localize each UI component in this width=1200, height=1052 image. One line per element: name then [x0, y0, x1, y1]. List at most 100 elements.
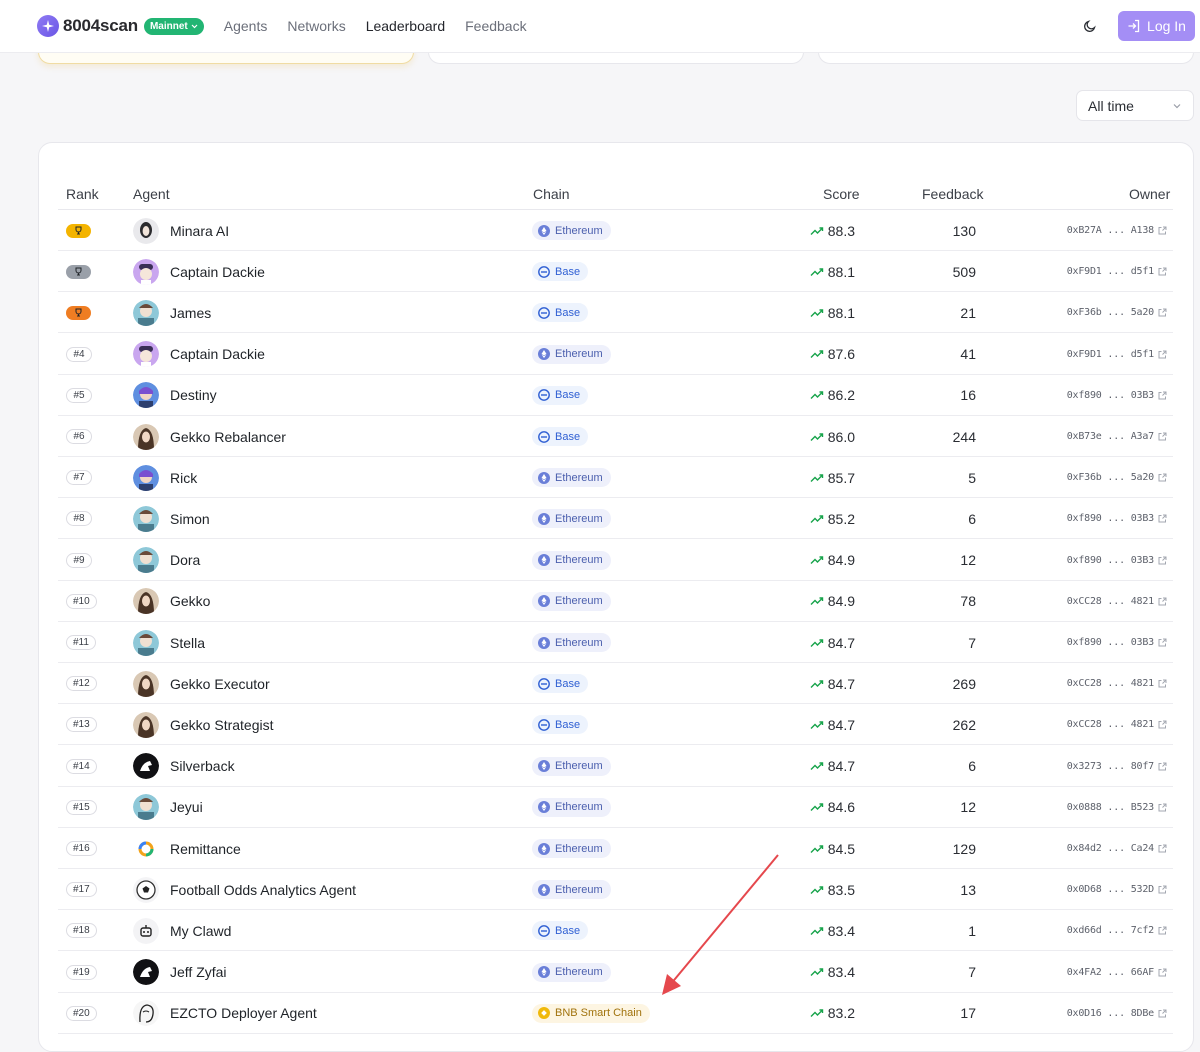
table-row[interactable]: #19 Jeff Zyfai Ethereum 83.4 7 0x4FA2 ..… — [58, 952, 1173, 993]
table-row[interactable]: Captain Dackie Base 88.1 509 0xF9D1 ... … — [58, 251, 1173, 293]
column-header-owner[interactable]: Owner — [1129, 186, 1170, 202]
agent-name[interactable]: Simon — [170, 511, 210, 527]
agent-cell[interactable]: Rick — [133, 457, 197, 498]
agent-name[interactable]: Rick — [170, 470, 197, 486]
agent-cell[interactable]: Simon — [133, 498, 210, 539]
owner-cell[interactable]: 0xd66d ... 7cf2 — [1018, 910, 1167, 951]
agent-cell[interactable]: Gekko Strategist — [133, 704, 274, 745]
external-link-icon[interactable] — [1158, 514, 1167, 523]
owner-address[interactable]: 0x0D68 ... 532D — [1067, 884, 1155, 895]
agent-cell[interactable]: Gekko Executor — [133, 663, 270, 704]
agent-cell[interactable]: My Clawd — [133, 910, 231, 951]
agent-name[interactable]: Silverback — [170, 758, 235, 774]
owner-cell[interactable]: 0xCC28 ... 4821 — [1018, 581, 1167, 622]
table-row[interactable]: #13 Gekko Strategist Base 84.7 262 0xCC2… — [58, 704, 1173, 746]
owner-cell[interactable]: 0xCC28 ... 4821 — [1018, 663, 1167, 704]
login-button[interactable]: Log In — [1118, 11, 1195, 41]
owner-cell[interactable]: 0x84d2 ... Ca24 — [1018, 828, 1167, 869]
table-row[interactable]: #16 Remittance Ethereum 84.5 129 0x84d2 … — [58, 828, 1173, 869]
table-row[interactable]: #10 Gekko Ethereum 84.9 78 0xCC28 ... 48… — [58, 581, 1173, 622]
owner-address[interactable]: 0xf890 ... 03B3 — [1067, 390, 1155, 401]
agent-name[interactable]: Gekko Rebalancer — [170, 429, 286, 445]
column-header-agent[interactable]: Agent — [133, 186, 170, 202]
owner-address[interactable]: 0x3273 ... 80f7 — [1067, 761, 1155, 772]
owner-address[interactable]: 0x0888 ... B523 — [1067, 802, 1155, 813]
agent-cell[interactable]: Gekko Rebalancer — [133, 416, 286, 457]
owner-address[interactable]: 0xf890 ... 03B3 — [1067, 513, 1155, 524]
agent-cell[interactable]: Gekko — [133, 581, 210, 622]
agent-cell[interactable]: Minara AI — [133, 210, 229, 251]
agent-name[interactable]: Dora — [170, 552, 200, 568]
agent-cell[interactable]: Stella — [133, 622, 205, 663]
external-link-icon[interactable] — [1158, 968, 1167, 977]
external-link-icon[interactable] — [1158, 679, 1167, 688]
agent-name[interactable]: Jeyui — [170, 799, 203, 815]
external-link-icon[interactable] — [1158, 267, 1167, 276]
external-link-icon[interactable] — [1158, 308, 1167, 317]
agent-cell[interactable]: Dora — [133, 540, 200, 581]
agent-name[interactable]: Destiny — [170, 387, 217, 403]
agent-cell[interactable]: Captain Dackie — [133, 334, 265, 375]
table-row[interactable]: #9 Dora Ethereum 84.9 12 0xf890 ... 03B3 — [58, 540, 1173, 581]
table-row[interactable]: #15 Jeyui Ethereum 84.6 12 0x0888 ... B5… — [58, 787, 1173, 828]
owner-cell[interactable]: 0xB27A ... A138 — [1018, 210, 1167, 251]
owner-cell[interactable]: 0x3273 ... 80f7 — [1018, 746, 1167, 787]
agent-name[interactable]: Football Odds Analytics Agent — [170, 882, 356, 898]
agent-name[interactable]: Captain Dackie — [170, 264, 265, 280]
table-row[interactable]: #6 Gekko Rebalancer Base 86.0 244 0xB73e… — [58, 416, 1173, 457]
owner-cell[interactable]: 0xCC28 ... 4821 — [1018, 704, 1167, 745]
external-link-icon[interactable] — [1158, 350, 1167, 359]
agent-name[interactable]: Gekko Strategist — [170, 717, 274, 733]
owner-address[interactable]: 0xf890 ... 03B3 — [1067, 555, 1155, 566]
owner-cell[interactable]: 0xF36b ... 5a20 — [1018, 292, 1167, 333]
owner-cell[interactable]: 0x4FA2 ... 66AF — [1018, 952, 1167, 993]
external-link-icon[interactable] — [1158, 432, 1167, 441]
agent-cell[interactable]: James — [133, 292, 211, 333]
time-range-select[interactable]: All time — [1076, 90, 1194, 121]
external-link-icon[interactable] — [1158, 556, 1167, 565]
external-link-icon[interactable] — [1158, 885, 1167, 894]
owner-cell[interactable]: 0xF36b ... 5a20 — [1018, 457, 1167, 498]
table-row[interactable]: James Base 88.1 21 0xF36b ... 5a20 — [58, 292, 1173, 334]
owner-cell[interactable]: 0xB73e ... A3a7 — [1018, 416, 1167, 457]
external-link-icon[interactable] — [1158, 926, 1167, 935]
external-link-icon[interactable] — [1158, 762, 1167, 771]
table-row[interactable]: #20 EZCTO Deployer Agent BNB Smart Chain… — [58, 993, 1173, 1034]
agent-name[interactable]: James — [170, 305, 211, 321]
owner-cell[interactable]: 0xf890 ... 03B3 — [1018, 498, 1167, 539]
owner-address[interactable]: 0x4FA2 ... 66AF — [1067, 967, 1155, 978]
column-header-rank[interactable]: Rank — [66, 186, 99, 202]
owner-address[interactable]: 0xCC28 ... 4821 — [1067, 596, 1155, 607]
nav-networks[interactable]: Networks — [287, 18, 345, 34]
table-row[interactable]: #11 Stella Ethereum 84.7 7 0xf890 ... 03… — [58, 622, 1173, 663]
external-link-icon[interactable] — [1158, 1009, 1167, 1018]
table-row[interactable]: #8 Simon Ethereum 85.2 6 0xf890 ... 03B3 — [58, 498, 1173, 540]
table-row[interactable]: #18 My Clawd Base 83.4 1 0xd66d ... 7cf2 — [58, 910, 1173, 952]
agent-name[interactable]: Captain Dackie — [170, 346, 265, 362]
owner-cell[interactable]: 0x0D68 ... 532D — [1018, 869, 1167, 910]
external-link-icon[interactable] — [1158, 844, 1167, 853]
owner-address[interactable]: 0xB73e ... A3a7 — [1067, 431, 1155, 442]
owner-address[interactable]: 0xd66d ... 7cf2 — [1067, 925, 1155, 936]
table-row[interactable]: Minara AI Ethereum 88.3 130 0xB27A ... A… — [58, 210, 1173, 251]
column-header-score[interactable]: Score — [823, 186, 860, 202]
owner-cell[interactable]: 0xf890 ... 03B3 — [1018, 375, 1167, 416]
owner-address[interactable]: 0xF9D1 ... d5f1 — [1067, 266, 1155, 277]
agent-cell[interactable]: Football Odds Analytics Agent — [133, 869, 356, 910]
table-row[interactable]: #7 Rick Ethereum 85.7 5 0xF36b ... 5a20 — [58, 457, 1173, 499]
owner-address[interactable]: 0xF9D1 ... d5f1 — [1067, 349, 1155, 360]
table-row[interactable]: #14 Silverback Ethereum 84.7 6 0x3273 ..… — [58, 746, 1173, 787]
owner-cell[interactable]: 0xF9D1 ... d5f1 — [1018, 334, 1167, 375]
owner-address[interactable]: 0xf890 ... 03B3 — [1067, 637, 1155, 648]
owner-cell[interactable]: 0xf890 ... 03B3 — [1018, 540, 1167, 581]
agent-name[interactable]: Gekko — [170, 593, 210, 609]
network-badge[interactable]: Mainnet — [143, 17, 204, 35]
column-header-chain[interactable]: Chain — [533, 186, 570, 202]
brand[interactable]: 8004scan Mainnet — [37, 15, 204, 37]
owner-address[interactable]: 0xCC28 ... 4821 — [1067, 678, 1155, 689]
agent-cell[interactable]: Jeyui — [133, 787, 203, 828]
owner-address[interactable]: 0xCC28 ... 4821 — [1067, 719, 1155, 730]
table-row[interactable]: #12 Gekko Executor Base 84.7 269 0xCC28 … — [58, 663, 1173, 705]
agent-name[interactable]: Gekko Executor — [170, 676, 270, 692]
agent-cell[interactable]: EZCTO Deployer Agent — [133, 993, 317, 1034]
